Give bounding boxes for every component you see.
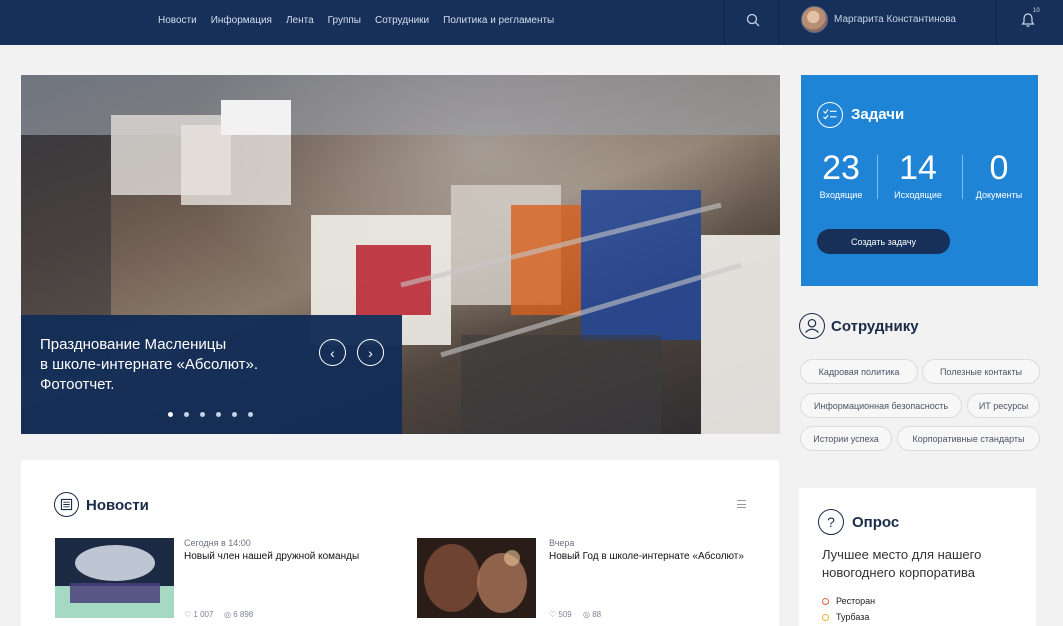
stat-label: Входящие [819,190,863,200]
slider-dot[interactable] [216,412,221,417]
user-name[interactable]: Маргарита Константинова [834,14,956,25]
slide-caption-line[interactable]: Празднование Масленицы [40,335,310,355]
slider-next-button[interactable]: › [357,339,384,366]
tasks-title: Задачи [851,106,905,123]
nav-item-info[interactable]: Информация [211,15,272,26]
news-thumbnail[interactable] [55,538,174,618]
poll-card: ? Опрос Лучшее место для нашего новогодн… [799,488,1036,626]
divider [996,0,997,45]
slider-dot[interactable] [168,412,173,417]
stat-label: Исходящие [894,190,942,200]
poll-question-line: новогоднего корпоратива [822,565,976,580]
menu-icon[interactable] [737,500,746,508]
slider-dot[interactable] [184,412,189,417]
divider [724,0,725,45]
stat-outgoing[interactable]: 14 Исходящие [885,150,951,200]
hero-slider[interactable]: Празднование Масленицы в школе-интернате… [21,75,780,434]
chip-contacts[interactable]: Полезные контакты [922,359,1040,384]
slide-caption-line[interactable]: Фотоотчет. [40,375,310,395]
checklist-icon [817,102,843,128]
slider-dot[interactable] [248,412,253,417]
nav-item-news[interactable]: Новости [158,15,197,26]
news-headline[interactable]: Новый член нашей дружной команды [184,551,359,562]
poll-option-label[interactable]: Ресторан [836,596,875,606]
news-section-title: Новости [86,497,149,514]
user-icon [799,313,825,339]
news-likes[interactable]: ♡ 509 [549,610,572,619]
news-card: Новости Сегодня в 14:00 Новый член нашей… [21,460,779,626]
stat-incoming[interactable]: 23 Входящие [808,150,874,200]
main-nav: Новости Информация Лента Группы Сотрудни… [158,0,554,40]
poll-option-label[interactable]: Турбаза [836,612,869,622]
question-icon: ? [818,509,844,535]
employee-section-title: Сотруднику [831,318,919,335]
nav-item-policies[interactable]: Политика и регламенты [443,15,554,26]
tasks-card: Задачи 23 Входящие 14 Исходящие 0 Докуме… [801,75,1038,286]
user-menu[interactable]: Маргарита Константинова [801,6,956,33]
nav-item-groups[interactable]: Группы [328,15,361,26]
slider-dot[interactable] [200,412,205,417]
poll-option[interactable]: Турбаза [822,612,869,622]
slide-caption-panel: Празднование Масленицы в школе-интернате… [21,315,402,434]
slider-dots [168,412,253,417]
divider [778,0,779,45]
chip-hr-policy[interactable]: Кадровая политика [800,359,918,384]
nav-item-employees[interactable]: Сотрудники [375,15,429,26]
chip-success-stories[interactable]: Истории успеха [800,426,892,451]
news-time: Вчера [549,538,575,548]
poll-question-line: Лучшее место для нашего [822,547,982,562]
chip-info-security[interactable]: Информационная безопасность [800,393,962,418]
poll-title: Опрос [852,514,900,531]
nav-item-feed[interactable]: Лента [286,15,314,26]
stat-documents[interactable]: 0 Документы [966,150,1032,200]
poll-option[interactable]: Ресторан [822,596,875,606]
poll-question: Лучшее место для нашего новогоднего корп… [822,546,1022,582]
news-thumbnail[interactable] [417,538,536,618]
news-views: ◎ 6 898 [224,610,254,619]
chip-it-resources[interactable]: ИТ ресурсы [967,393,1040,418]
divider [962,155,963,199]
notification-count: 10 [1033,8,1040,14]
avatar[interactable] [801,6,828,33]
slide-caption[interactable]: Празднование Масленицы в школе-интернате… [40,335,310,395]
radio-icon[interactable] [822,613,829,621]
create-task-button[interactable]: Создать задачу [817,229,950,254]
stat-label: Документы [975,190,1023,200]
slider-dot[interactable] [232,412,237,417]
news-time: Сегодня в 14:00 [184,538,251,548]
divider [877,155,878,199]
news-likes[interactable]: ♡ 1 007 [184,610,213,619]
bell-icon[interactable] [1020,12,1036,28]
stat-value: 0 [989,149,1009,187]
newspaper-icon [54,492,79,517]
slide-caption-line[interactable]: в школе-интернате «Абсолют». [40,355,310,375]
chip-corporate-standards[interactable]: Корпоративные стандарты [897,426,1040,451]
stat-value: 14 [899,149,937,187]
stat-value: 23 [822,149,860,187]
top-navigation-bar: Новости Информация Лента Группы Сотрудни… [0,0,1063,45]
search-icon[interactable] [746,13,760,27]
radio-icon[interactable] [822,597,829,605]
news-views: ◎ 88 [583,610,602,619]
slider-prev-button[interactable]: ‹ [319,339,346,366]
news-headline[interactable]: Новый Год в школе-интернате «Абсолют» [549,551,744,562]
